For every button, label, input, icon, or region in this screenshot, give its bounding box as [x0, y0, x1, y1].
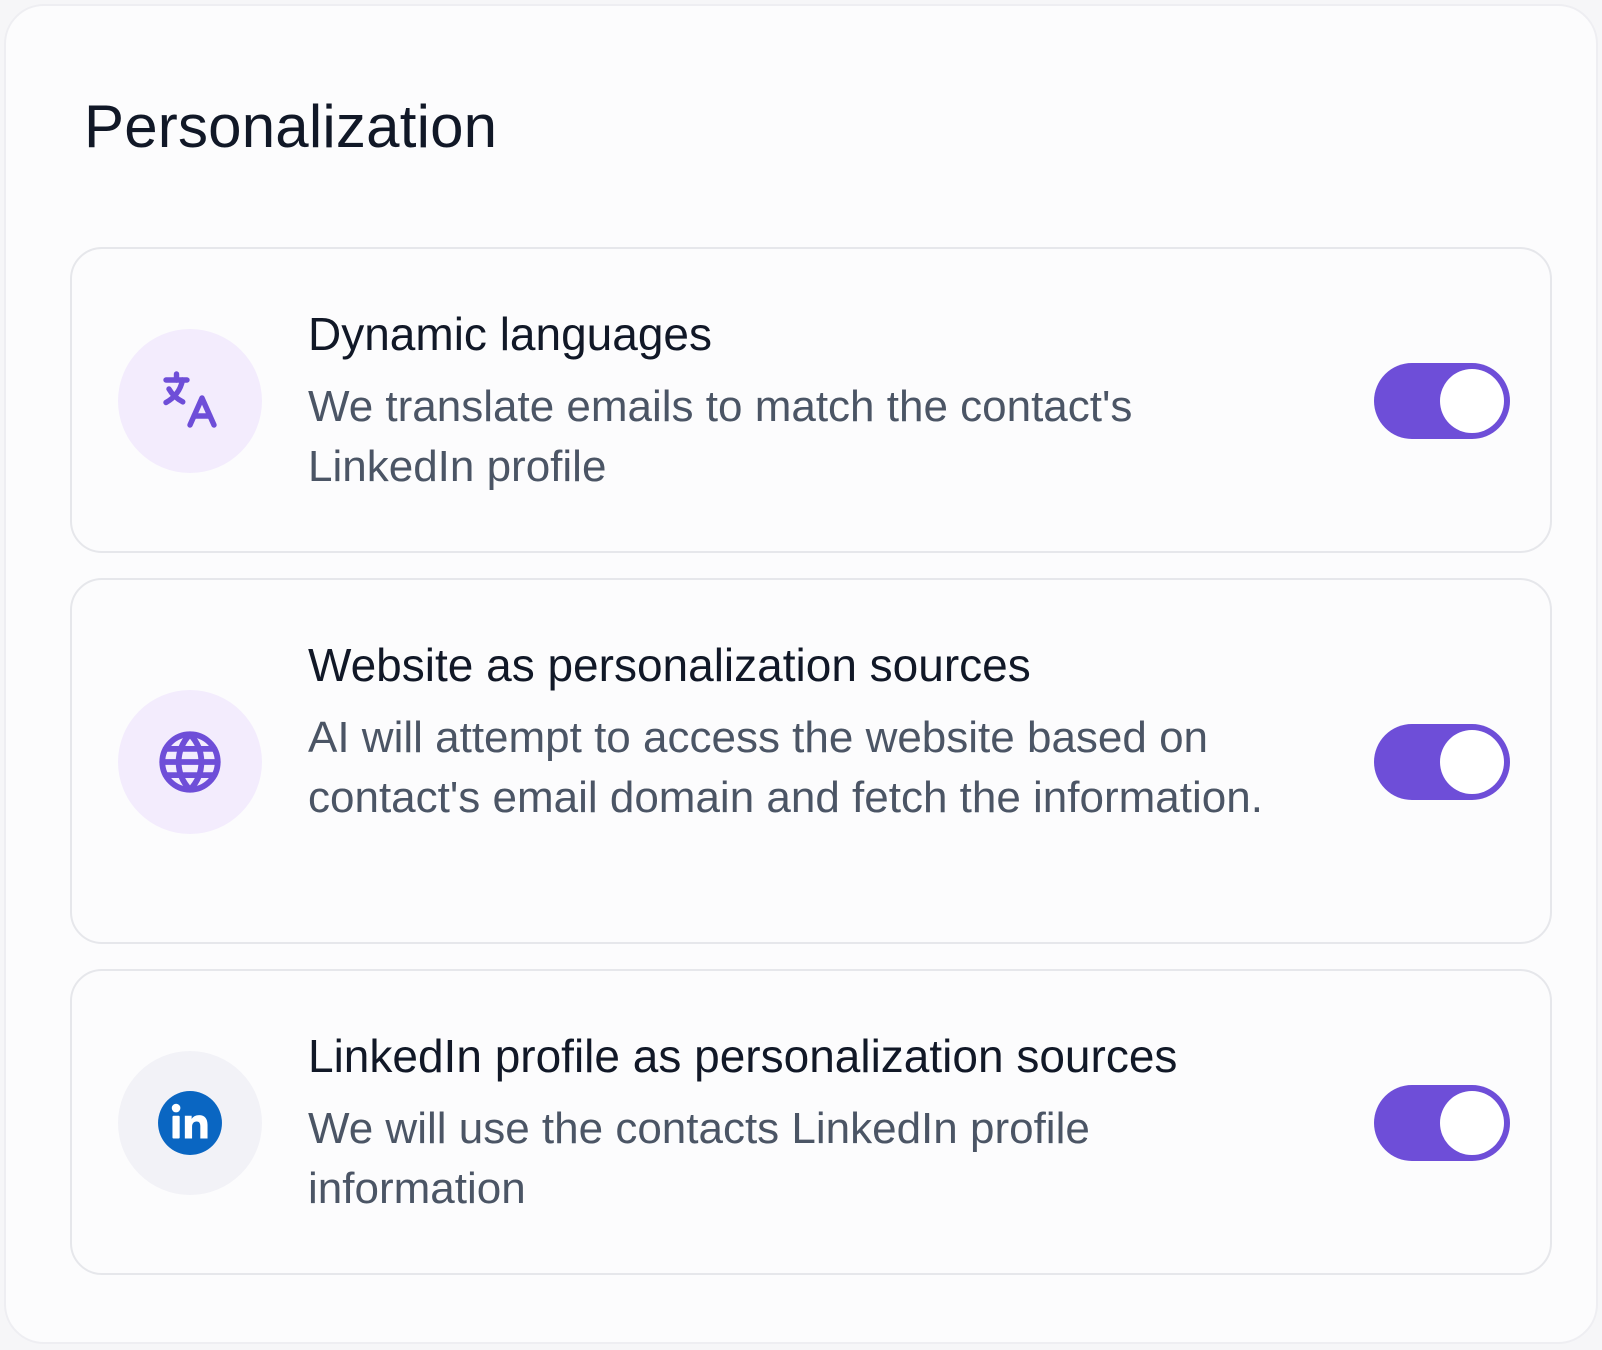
toggle-knob — [1440, 1091, 1504, 1155]
setting-title: Dynamic languages — [308, 308, 713, 360]
page-title: Personalization — [84, 93, 498, 160]
setting-description: AI will attempt to access the website ba… — [308, 713, 1263, 822]
setting-title: Website as personalization sources — [308, 639, 1031, 691]
setting-card-linkedin-sources: LinkedIn profile as personalization sour… — [70, 969, 1552, 1275]
setting-description: We will use the contacts LinkedIn profil… — [308, 1104, 1090, 1213]
linkedin-icon — [118, 1051, 262, 1195]
toggle-knob — [1440, 369, 1504, 433]
setting-card-website-sources: Website as personalization sources AI wi… — [70, 578, 1552, 944]
setting-title: LinkedIn profile as personalization sour… — [308, 1030, 1178, 1082]
dynamic-languages-toggle[interactable] — [1374, 363, 1510, 439]
linkedin-sources-toggle[interactable] — [1374, 1085, 1510, 1161]
globe-icon — [118, 690, 262, 834]
translate-icon — [118, 329, 262, 473]
toggle-knob — [1440, 730, 1504, 794]
setting-description: We translate emails to match the contact… — [308, 382, 1133, 491]
website-sources-toggle[interactable] — [1374, 724, 1510, 800]
setting-card-dynamic-languages: Dynamic languages We translate emails to… — [70, 247, 1552, 553]
personalization-panel: Personalization Dynamic languages We tra… — [4, 4, 1598, 1344]
